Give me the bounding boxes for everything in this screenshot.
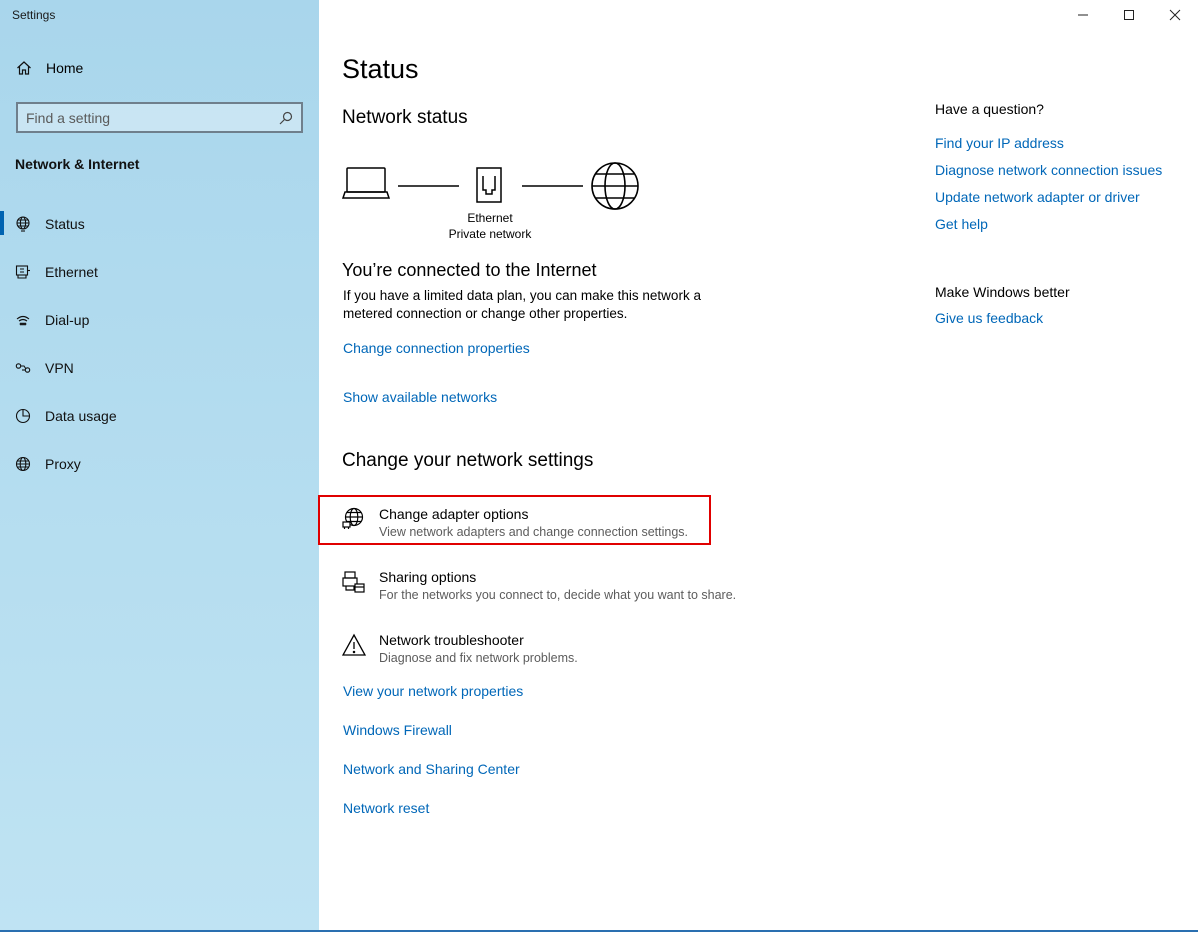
sidebar: Settings Home Network & Internet Status … xyxy=(0,0,319,932)
network-diagram: Ethernet Private network xyxy=(341,160,642,250)
network-status-heading: Network status xyxy=(342,107,468,128)
help-link-find-ip[interactable]: Find your IP address xyxy=(935,135,1064,151)
dialup-icon xyxy=(16,315,30,326)
connected-desc-line1: If you have a limited data plan, you can… xyxy=(343,288,701,303)
minimize-button[interactable] xyxy=(1060,0,1106,30)
section-title: Network & Internet xyxy=(15,156,140,172)
option-subtitle: Diagnose and fix network problems. xyxy=(379,651,578,665)
sharing-icon xyxy=(342,571,365,593)
app-title: Settings xyxy=(12,8,56,22)
laptop-icon xyxy=(341,167,391,199)
network-type-label: Private network xyxy=(448,227,532,241)
close-icon xyxy=(1169,9,1181,21)
sidebar-item-label: VPN xyxy=(45,360,74,376)
maximize-button[interactable] xyxy=(1106,0,1152,30)
ethernet-port-icon xyxy=(476,167,502,203)
help-link-update-driver[interactable]: Update network adapter or driver xyxy=(935,189,1140,205)
search-icon[interactable] xyxy=(279,111,293,125)
home-button[interactable]: Home xyxy=(16,60,83,76)
home-icon xyxy=(17,61,31,75)
view-network-properties-link[interactable]: View your network properties xyxy=(343,683,523,699)
connected-desc-line2: metered connection or change other prope… xyxy=(343,306,628,321)
home-label: Home xyxy=(46,60,84,76)
adapter-globe-icon xyxy=(342,507,364,529)
change-connection-properties-link[interactable]: Change connection properties xyxy=(343,340,530,356)
connected-heading: You’re connected to the Internet xyxy=(342,260,597,280)
show-available-networks-link[interactable]: Show available networks xyxy=(343,389,497,405)
sharing-options[interactable]: Sharing options For the networks you con… xyxy=(342,568,736,604)
help-link-diagnose[interactable]: Diagnose network connection issues xyxy=(935,162,1162,178)
sidebar-nav: Status Ethernet Dial-up VPN Data usage P… xyxy=(0,200,319,488)
network-troubleshooter[interactable]: Network troubleshooter Diagnose and fix … xyxy=(342,631,578,667)
network-reset-link[interactable]: Network reset xyxy=(343,800,429,816)
sidebar-item-label: Dial-up xyxy=(45,312,90,328)
proxy-globe-icon xyxy=(15,456,31,472)
minimize-icon xyxy=(1078,14,1088,16)
search-box[interactable] xyxy=(16,102,303,133)
vpn-icon xyxy=(15,363,31,373)
sidebar-item-label: Ethernet xyxy=(45,264,98,280)
option-subtitle: View network adapters and change connect… xyxy=(379,525,688,539)
sidebar-item-data-usage[interactable]: Data usage xyxy=(0,392,319,440)
sidebar-item-label: Data usage xyxy=(45,408,117,424)
ethernet-icon xyxy=(15,265,30,279)
close-button[interactable] xyxy=(1152,0,1198,30)
change-settings-heading: Change your network settings xyxy=(342,450,594,471)
data-usage-icon xyxy=(15,408,31,424)
sidebar-item-label: Status xyxy=(45,216,85,232)
change-adapter-options[interactable]: Change adapter options View network adap… xyxy=(342,505,688,541)
option-subtitle: For the networks you connect to, decide … xyxy=(379,588,737,602)
warning-icon xyxy=(342,633,366,656)
page-title: Status xyxy=(342,54,419,84)
sidebar-item-ethernet[interactable]: Ethernet xyxy=(0,248,319,296)
internet-globe-icon xyxy=(591,162,639,210)
sidebar-item-label: Proxy xyxy=(45,456,81,472)
adapter-name-label: Ethernet xyxy=(467,211,513,225)
search-input[interactable] xyxy=(26,109,279,126)
window-controls xyxy=(1060,0,1198,30)
give-feedback-link[interactable]: Give us feedback xyxy=(935,310,1043,326)
status-globe-icon xyxy=(16,216,30,232)
sidebar-item-vpn[interactable]: VPN xyxy=(0,344,319,392)
sidebar-item-proxy[interactable]: Proxy xyxy=(0,440,319,488)
help-link-get-help[interactable]: Get help xyxy=(935,216,988,232)
network-sharing-center-link[interactable]: Network and Sharing Center xyxy=(343,761,520,777)
option-title: Sharing options xyxy=(379,569,477,585)
help-question-heading: Have a question? xyxy=(935,101,1044,117)
windows-firewall-link[interactable]: Windows Firewall xyxy=(343,722,452,738)
option-title: Network troubleshooter xyxy=(379,632,524,648)
maximize-icon xyxy=(1124,10,1134,20)
sidebar-item-status[interactable]: Status xyxy=(0,200,319,248)
sidebar-item-dial-up[interactable]: Dial-up xyxy=(0,296,319,344)
option-title: Change adapter options xyxy=(379,506,529,522)
help-better-heading: Make Windows better xyxy=(935,284,1070,300)
